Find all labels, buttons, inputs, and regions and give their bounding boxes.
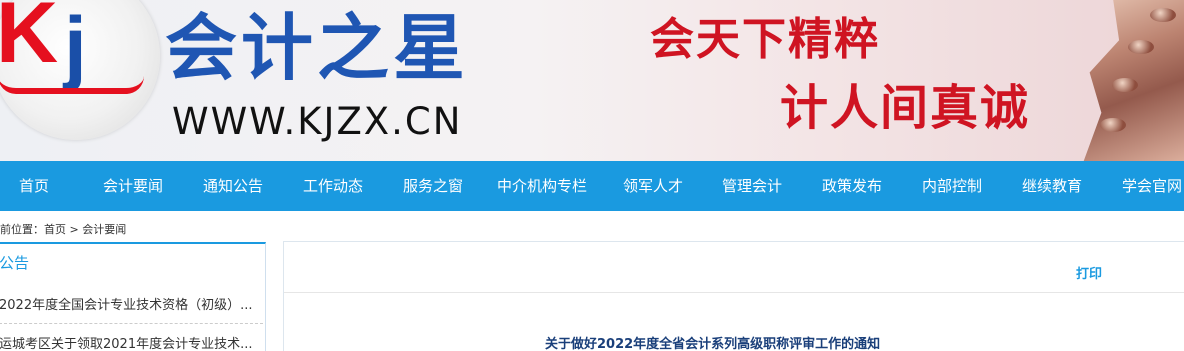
abacus-bead bbox=[1128, 40, 1154, 54]
sidebar-title: 公告 bbox=[0, 254, 30, 272]
article-title: 关于做好2022年度全省会计系列高级职称评审工作的通知 bbox=[545, 337, 881, 351]
site-logo[interactable]: K j bbox=[0, 0, 160, 140]
abacus-bead bbox=[1112, 78, 1138, 92]
breadcrumb-home-link[interactable]: 首页 bbox=[44, 223, 66, 236]
slogan-line-1: 会天下精粹 bbox=[650, 14, 880, 65]
sidebar-list-item[interactable]: 运城考区关于领取2021年度会计专业技术... bbox=[0, 334, 263, 351]
nav-item-society-site[interactable]: 学会官网 bbox=[1122, 161, 1182, 211]
header-banner: K j 会计之星 WWW.KJZX.CN 会天下精粹 计人间真诚 bbox=[0, 0, 1184, 161]
nav-item-accounting-news[interactable]: 会计要闻 bbox=[103, 161, 163, 211]
content-divider bbox=[284, 292, 1184, 293]
breadcrumb: 前位置：首页 > 会计要闻 bbox=[0, 221, 126, 239]
nav-item-leading-talent[interactable]: 领军人才 bbox=[623, 161, 683, 211]
site-url: WWW.KJZX.CN bbox=[172, 100, 463, 143]
sidebar-announcements: 公告 2022年度全国会计专业技术资格（初级）... 运城考区关于领取2021年… bbox=[0, 242, 266, 351]
abacus-bead bbox=[1150, 8, 1176, 22]
nav-item-policy[interactable]: 政策发布 bbox=[822, 161, 882, 211]
nav-item-management-accounting[interactable]: 管理会计 bbox=[722, 161, 782, 211]
breadcrumb-prefix: 前位置： bbox=[0, 223, 44, 236]
nav-item-internal-control[interactable]: 内部控制 bbox=[922, 161, 982, 211]
breadcrumb-separator: > bbox=[69, 223, 79, 236]
brand-name: 会计之星 bbox=[165, 6, 470, 90]
nav-item-intermediary[interactable]: 中介机构专栏 bbox=[497, 161, 587, 211]
nav-item-work-updates[interactable]: 工作动态 bbox=[303, 161, 363, 211]
abacus-bead bbox=[1100, 118, 1126, 132]
nav-item-notices[interactable]: 通知公告 bbox=[203, 161, 263, 211]
sidebar-list-item[interactable]: 2022年度全国会计专业技术资格（初级）... bbox=[0, 295, 263, 317]
nav-item-service-window[interactable]: 服务之窗 bbox=[403, 161, 463, 211]
logo-letter-k: K bbox=[0, 0, 59, 81]
slogan-line-2: 计人间真诚 bbox=[780, 80, 1031, 136]
main-nav: 首页 会计要闻 通知公告 工作动态 服务之窗 中介机构专栏 领军人才 管理会计 … bbox=[0, 161, 1184, 211]
list-divider bbox=[0, 323, 263, 324]
nav-item-continuing-education[interactable]: 继续教育 bbox=[1022, 161, 1082, 211]
logo-swoosh bbox=[0, 76, 144, 94]
breadcrumb-current-link[interactable]: 会计要闻 bbox=[82, 223, 126, 236]
nav-item-home[interactable]: 首页 bbox=[19, 161, 49, 211]
article-panel: 打印 关于做好2022年度全省会计系列高级职称评审工作的通知 bbox=[283, 241, 1184, 351]
print-link[interactable]: 打印 bbox=[1076, 263, 1102, 282]
